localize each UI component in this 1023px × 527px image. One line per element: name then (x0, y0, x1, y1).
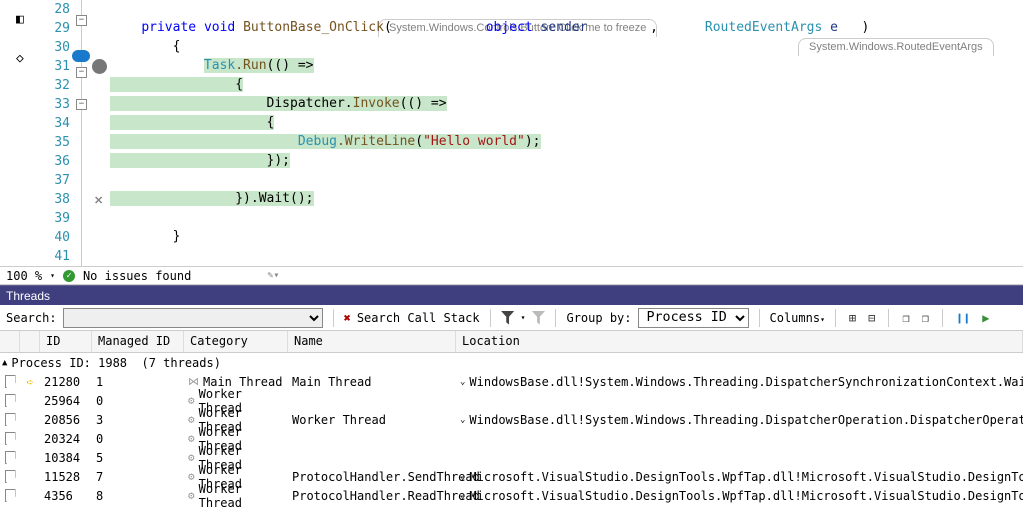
threads-panel-title: Threads (0, 285, 1023, 305)
thread-id: 10384 (40, 451, 92, 465)
current-thread-icon: ➪ (26, 375, 33, 389)
col-id[interactable]: ID (40, 331, 92, 352)
method-name: ButtonBase_OnClick (243, 20, 384, 35)
flag-icon[interactable] (5, 432, 16, 445)
code-editor[interactable]: ◧ ◇ 282930 313233 343536 373839 4041 − −… (0, 0, 1023, 285)
expand-callstacks-icon[interactable]: ❐ (899, 311, 912, 325)
health-status-text: No issues found (83, 269, 191, 283)
collapse-callstacks-icon[interactable]: ❐ (919, 311, 932, 325)
flag-icon[interactable] (5, 489, 16, 502)
thread-name: Main Thread (288, 375, 456, 389)
collapse-group-icon[interactable]: ▲ (2, 358, 7, 368)
thread-row[interactable]: ➪212801⋈Main ThreadMain Thread⌄WindowsBa… (0, 372, 1023, 391)
code-text-area[interactable]: System.Windows.Controls.Button: Click me… (110, 0, 1023, 266)
search-call-stack-button[interactable]: Search Call Stack (357, 311, 480, 325)
flag-icon[interactable] (5, 394, 16, 407)
freeze-threads-icon[interactable]: ❙❙ (953, 311, 973, 325)
chevron-down-icon[interactable]: ⌄ (460, 377, 465, 387)
thread-managed-id: 0 (92, 432, 184, 446)
flag-icon[interactable] (5, 451, 16, 464)
thread-location: Microsoft.VisualStudio.DesignTools.WpfTa… (469, 489, 1023, 503)
thread-row[interactable]: 43568⚙Worker ThreadProtocolHandler.ReadT… (0, 486, 1023, 505)
thread-location: WindowsBase.dll!System.Windows.Threading… (469, 375, 1023, 389)
chevron-down-icon[interactable]: ⌄ (460, 472, 465, 482)
thread-name: Worker Thread (288, 413, 456, 427)
thread-id: 25964 (40, 394, 92, 408)
thread-managed-id: 1 (92, 375, 184, 389)
outlining-margin[interactable]: − − − (74, 0, 92, 266)
collapse-groups-icon[interactable]: ⊟ (865, 311, 878, 325)
thaw-threads-icon[interactable]: ▶ (979, 311, 992, 325)
line-number-gutter: 282930 313233 343536 373839 4041 (42, 0, 74, 266)
chevron-down-icon[interactable]: ⌄ (460, 415, 465, 425)
threads-grid-body: ▲ Process ID: 1988 (7 threads) ➪212801⋈M… (0, 353, 1023, 505)
threads-grid-header[interactable]: ID Managed ID Category Name Location (0, 331, 1023, 353)
flag-icon[interactable] (5, 470, 16, 483)
thread-managed-id: 8 (92, 489, 184, 503)
breakpoint-icon[interactable] (92, 59, 107, 74)
search-label: Search: (6, 311, 57, 325)
fold-toggle-icon[interactable]: − (76, 99, 87, 110)
chevron-down-icon[interactable]: ⌄ (460, 491, 465, 501)
thread-row[interactable]: 259640⚙Worker Thread (0, 391, 1023, 410)
search-input[interactable] (63, 308, 323, 328)
editor-status-bar: 100 %▾ ✓ No issues found ✎▾ (0, 266, 1023, 285)
thread-id: 20856 (40, 413, 92, 427)
thread-row[interactable]: 103845⚙Worker Thread (0, 448, 1023, 467)
group-by-label: Group by: (566, 311, 631, 325)
clear-search-icon[interactable]: ✖ (344, 311, 351, 325)
thread-managed-id: 3 (92, 413, 184, 427)
thread-id: 20324 (40, 432, 92, 446)
tracking-pill-icon (72, 50, 90, 62)
filter-icon[interactable] (501, 311, 515, 325)
columns-dropdown[interactable]: Columns▾ (770, 311, 825, 325)
thread-managed-id: 7 (92, 470, 184, 484)
col-name[interactable]: Name (288, 331, 456, 352)
thread-category: Worker Thread (199, 482, 288, 510)
worker-thread-icon: ⚙ (188, 489, 195, 502)
thread-id: 4356 (40, 489, 92, 503)
breakpoint-column[interactable]: ✕ (92, 0, 110, 266)
thread-location: Microsoft.VisualStudio.DesignTools.WpfTa… (469, 470, 1023, 484)
flag-icon[interactable] (5, 413, 16, 426)
threads-toolbar: Search: ✖ Search Call Stack ▾ Group by: … (0, 305, 1023, 331)
col-location[interactable]: Location (456, 331, 1023, 352)
thread-row[interactable]: 208563⚙Worker ThreadWorker Thread⌄Window… (0, 410, 1023, 429)
health-ok-icon: ✓ (63, 270, 75, 282)
flag-icon[interactable] (5, 375, 16, 388)
group-by-dropdown[interactable]: Process ID (638, 308, 749, 328)
cleanup-icon[interactable]: ✎▾ (267, 270, 279, 281)
col-category[interactable]: Category (184, 331, 288, 352)
edit-tag-icon: ◇ (16, 51, 24, 66)
thread-managed-id: 0 (92, 394, 184, 408)
thread-id: 11528 (40, 470, 92, 484)
fold-toggle-icon[interactable]: − (76, 67, 87, 78)
expand-groups-icon[interactable]: ⊞ (846, 311, 859, 325)
thread-name: ProtocolHandler.SendThread (288, 470, 456, 484)
fold-toggle-icon[interactable]: − (76, 15, 87, 26)
thread-name: ProtocolHandler.ReadThread (288, 489, 456, 503)
code-element-icon: ◧ (16, 12, 24, 27)
thread-location: WindowsBase.dll!System.Windows.Threading… (469, 413, 1023, 427)
group-row[interactable]: ▲ Process ID: 1988 (7 threads) (0, 353, 1023, 372)
zoom-dropdown[interactable]: 100 % (6, 269, 42, 283)
thread-row[interactable]: 115287⚙Worker ThreadProtocolHandler.Send… (0, 467, 1023, 486)
col-managed-id[interactable]: Managed ID (92, 331, 184, 352)
thread-id: 21280 (40, 375, 92, 389)
breakpoint-margin[interactable]: ◧ ◇ (0, 0, 42, 266)
thread-row[interactable]: 203240⚙Worker Thread (0, 429, 1023, 448)
thread-managed-id: 5 (92, 451, 184, 465)
clear-filter-icon[interactable] (531, 311, 545, 325)
close-region-icon[interactable]: ✕ (94, 194, 103, 207)
